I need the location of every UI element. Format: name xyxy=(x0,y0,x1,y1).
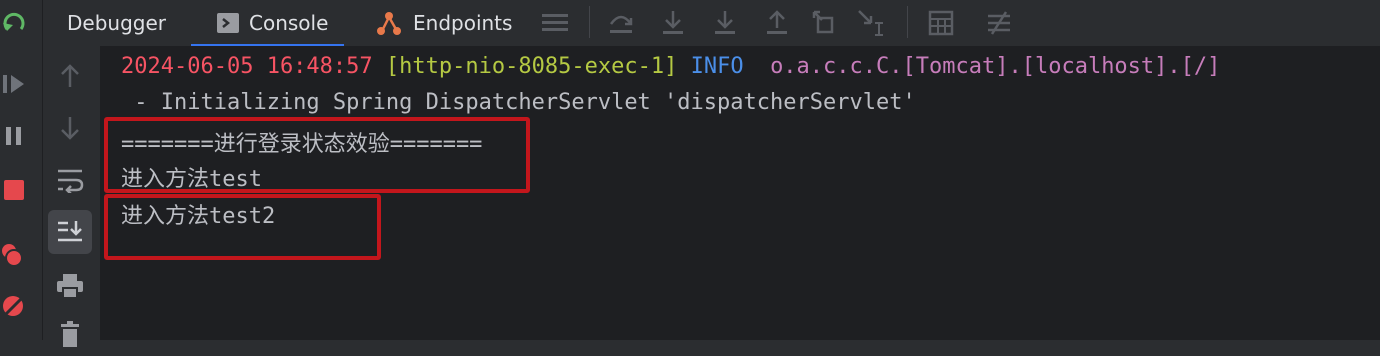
layout-icon[interactable] xyxy=(541,9,569,37)
stop-icon[interactable] xyxy=(0,172,28,208)
clear-icon[interactable] xyxy=(48,312,92,356)
view-breakpoints-icon[interactable] xyxy=(0,236,28,272)
print-icon[interactable] xyxy=(48,264,92,308)
pause-icon[interactable] xyxy=(0,118,28,154)
tab-label: Console xyxy=(249,11,329,35)
debug-action-rail xyxy=(0,0,43,340)
run-to-cursor-icon[interactable] xyxy=(857,9,885,37)
tab-debugger[interactable]: Debugger xyxy=(67,0,166,46)
step-out-icon[interactable] xyxy=(763,9,791,37)
console-gutter-toolbar xyxy=(43,46,101,347)
resume-icon[interactable] xyxy=(0,66,28,102)
log-timestamp: 2024-06-05 16:48:57 xyxy=(121,54,373,79)
log-thread: [http-nio-8085-exec-1] xyxy=(385,54,678,79)
scroll-down-icon[interactable] xyxy=(48,106,92,150)
highlight-box-1 xyxy=(104,117,530,193)
step-over-icon[interactable] xyxy=(607,9,635,37)
drop-frame-icon[interactable] xyxy=(811,9,839,37)
toolbar-divider xyxy=(907,6,908,38)
soft-wrap-icon[interactable] xyxy=(48,158,92,202)
step-into-icon[interactable] xyxy=(659,9,687,37)
tab-label: Endpoints xyxy=(413,11,513,35)
scroll-up-icon[interactable] xyxy=(48,54,92,98)
console-output[interactable]: 2024-06-05 16:48:57 [http-nio-8085-exec-… xyxy=(101,46,1380,340)
evaluate-icon[interactable] xyxy=(927,9,955,37)
rerun-icon[interactable] xyxy=(0,4,28,40)
trace-icon[interactable] xyxy=(985,9,1013,37)
toolbar-divider xyxy=(589,6,590,38)
log-message: - Initializing Spring DispatcherServlet … xyxy=(121,90,916,115)
log-logger: o.a.c.c.C.[Tomcat].[localhost].[/] xyxy=(770,54,1221,79)
mute-breakpoints-icon[interactable] xyxy=(0,288,28,324)
tool-window-tabbar: Debugger Console Endpoints xyxy=(43,0,1380,47)
tab-console[interactable]: Console xyxy=(191,0,345,47)
highlight-box-2 xyxy=(104,194,381,260)
log-line: 2024-06-05 16:48:57 [http-nio-8085-exec-… xyxy=(121,54,1220,79)
scroll-to-end-icon[interactable] xyxy=(48,210,92,254)
console-icon xyxy=(217,13,239,33)
tab-endpoints[interactable]: Endpoints xyxy=(375,0,512,46)
endpoints-icon xyxy=(375,9,403,37)
log-level: INFO xyxy=(690,54,744,79)
tab-label: Debugger xyxy=(67,11,166,35)
force-step-into-icon[interactable] xyxy=(711,9,739,37)
